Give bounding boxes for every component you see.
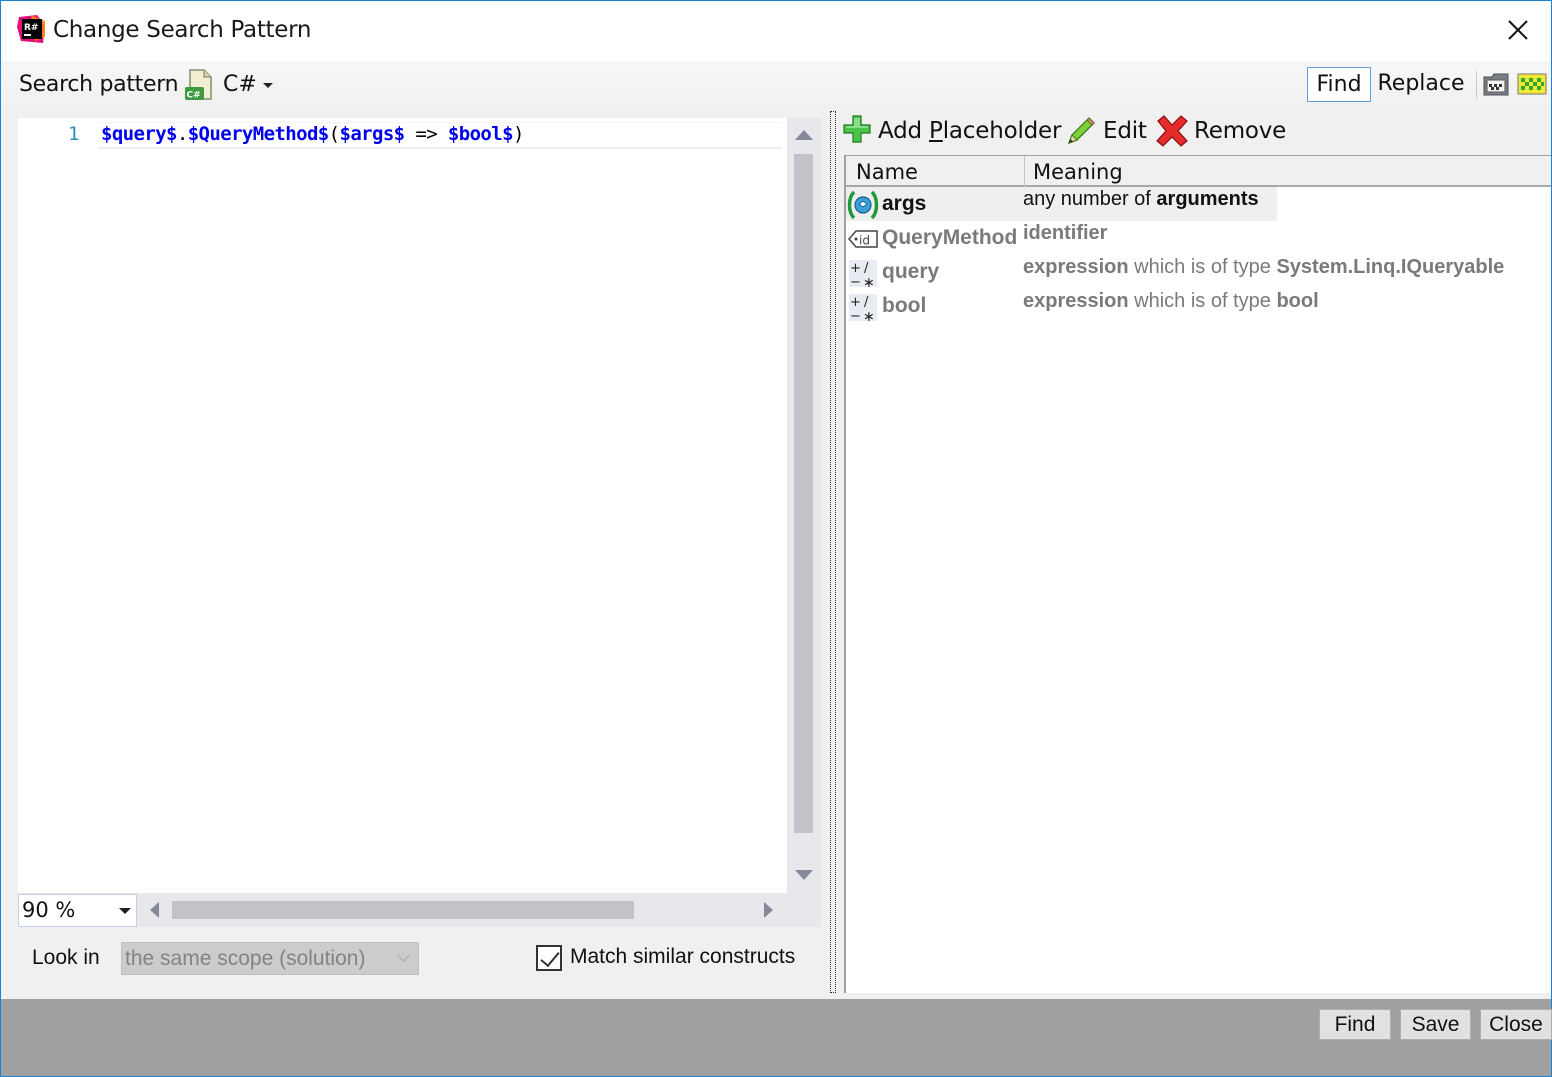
change-search-pattern-dialog: R# Change Search Pattern Search pattern …	[0, 0, 1552, 1077]
column-header-meaning[interactable]: Meaning	[1033, 160, 1123, 184]
argument-placeholder-icon	[847, 190, 879, 220]
plus-icon	[843, 115, 871, 143]
column-separator[interactable]	[1024, 156, 1025, 187]
svg-text:∗: ∗	[863, 309, 875, 322]
placeholder-name: bool	[882, 294, 927, 317]
close-button[interactable]: Close	[1480, 1009, 1552, 1040]
code-punctuation-token: .	[176, 123, 188, 145]
scroll-up-arrow-icon[interactable]	[795, 130, 813, 140]
remove-x-icon	[1156, 115, 1188, 147]
csharp-file-icon[interactable]: C#	[184, 69, 214, 101]
edit-label: Edit	[1103, 118, 1147, 144]
zoom-level-value: 90 %	[22, 898, 76, 922]
zoom-level-select[interactable]: 90 %	[18, 894, 137, 927]
identifier-placeholder-icon: id	[848, 230, 878, 248]
code-placeholder-token: $args$	[339, 123, 405, 145]
svg-text:/: /	[864, 261, 869, 276]
window-title: Change Search Pattern	[53, 17, 312, 43]
editor-vertical-scrollbar[interactable]	[787, 118, 821, 893]
scroll-left-arrow-icon[interactable]	[150, 902, 159, 918]
language-selector[interactable]: C#	[223, 72, 257, 97]
pattern-toolbar: Search pattern C# C# Find Replace	[1, 61, 1551, 111]
svg-text:C#: C#	[187, 91, 201, 101]
code-punctuation-token: )	[512, 123, 524, 145]
find-mode-tab[interactable]: Find	[1307, 67, 1371, 102]
expression-placeholder-icon: + / − ∗	[849, 260, 877, 288]
meaning-text: which is of type	[1128, 256, 1277, 278]
chevron-down-icon	[397, 949, 410, 962]
dialog-footer: Find Save Close	[1, 999, 1552, 1076]
add-placeholder-label: Add Placeholder	[878, 118, 1062, 144]
placeholder-meaning: expression which is of type System.Linq.…	[1023, 256, 1504, 279]
save-button[interactable]: Save	[1400, 1009, 1471, 1040]
find-button[interactable]: Find	[1319, 1009, 1391, 1040]
toolbar-separator	[1476, 71, 1477, 99]
svg-text:−: −	[850, 275, 861, 288]
look-in-label: Look in	[32, 946, 100, 969]
expression-placeholder-icon: + / − ∗	[849, 294, 877, 322]
svg-text:R#: R#	[24, 23, 38, 33]
column-header-name[interactable]: Name	[856, 160, 918, 184]
scroll-thumb[interactable]	[172, 901, 634, 919]
svg-text:id: id	[859, 234, 870, 248]
pattern-editor[interactable]: 1 $query$.$QueryMethod$($args$ => $bool$…	[18, 118, 787, 893]
code-placeholder-token: $query$	[101, 123, 177, 145]
match-similar-checkbox[interactable]	[536, 945, 562, 971]
table-row[interactable]: args any number of arguments	[846, 187, 1551, 221]
meaning-emphasis: expression	[1023, 290, 1129, 312]
table-row[interactable]: id QueryMethod identifier	[846, 221, 1551, 255]
code-placeholder-token: $bool$	[447, 123, 514, 145]
placeholder-name: query	[882, 260, 940, 283]
meaning-emphasis: arguments	[1156, 188, 1259, 210]
meaning-emphasis: bool	[1276, 290, 1319, 312]
look-in-value: the same scope (solution)	[125, 947, 366, 970]
svg-text:+: +	[850, 261, 861, 276]
title-bar: R# Change Search Pattern	[1, 1, 1551, 61]
svg-text:/: /	[864, 295, 869, 310]
table-header: Name Meaning	[846, 156, 1551, 187]
placeholder-meaning: identifier	[1023, 222, 1107, 245]
placeholder-meaning: any number of arguments	[1023, 188, 1259, 211]
replace-mode-tab[interactable]: Replace	[1373, 67, 1469, 102]
add-placeholder-button[interactable]: Add Placeholder	[843, 113, 1062, 149]
close-icon[interactable]	[1501, 13, 1535, 47]
svg-text:∗: ∗	[863, 275, 875, 288]
editor-horizontal-scrollbar[interactable]	[147, 894, 787, 926]
remove-label: Remove	[1194, 118, 1287, 144]
search-pattern-label: Search pattern	[19, 72, 179, 97]
meaning-text: any number of	[1023, 188, 1157, 210]
highlight-matches-icon[interactable]	[1517, 71, 1547, 97]
scroll-right-arrow-icon[interactable]	[764, 902, 773, 918]
placeholders-table: Name Meaning args any number of argument…	[844, 155, 1551, 993]
scroll-down-arrow-icon[interactable]	[795, 870, 813, 880]
code-punctuation-token: (	[328, 123, 340, 145]
scroll-thumb[interactable]	[794, 154, 813, 833]
line-number: 1	[68, 123, 80, 145]
meaning-emphasis: System.Linq.IQueryable	[1276, 256, 1505, 278]
svg-text:−: −	[850, 309, 861, 322]
chevron-down-icon[interactable]	[263, 83, 273, 88]
svg-text:+: +	[850, 295, 861, 310]
placeholder-toolbar: Add Placeholder Edit Remove	[839, 111, 1551, 151]
meaning-emphasis: identifier	[1023, 222, 1108, 244]
placeholder-meaning: expression which is of type bool	[1023, 290, 1319, 313]
look-in-select[interactable]: the same scope (solution)	[121, 942, 419, 975]
match-similar-label[interactable]: Match similar constructs	[570, 945, 795, 969]
chevron-down-icon[interactable]	[119, 908, 131, 914]
code-punctuation-token: =>	[404, 123, 448, 145]
table-row[interactable]: + / − ∗ bool expression which is of type…	[846, 289, 1551, 323]
meaning-text: which is of type	[1128, 290, 1277, 312]
table-row[interactable]: + / − ∗ query expression which is of typ…	[846, 255, 1551, 289]
panel-splitter[interactable]	[830, 111, 836, 993]
resharper-logo-icon: R#	[17, 15, 45, 43]
code-placeholder-token: $QueryMethod$	[187, 123, 330, 145]
placeholder-name: args	[882, 192, 927, 215]
remove-placeholder-button[interactable]: Remove	[1155, 113, 1287, 149]
code-line[interactable]: $query$.$QueryMethod$($args$ => $bool$)	[101, 123, 524, 145]
pencil-icon	[1067, 117, 1095, 145]
meaning-emphasis: expression	[1023, 256, 1129, 278]
pattern-catalog-icon[interactable]	[1482, 71, 1510, 97]
placeholder-name: QueryMethod	[882, 226, 1018, 249]
edit-placeholder-button[interactable]: Edit	[1065, 113, 1147, 149]
